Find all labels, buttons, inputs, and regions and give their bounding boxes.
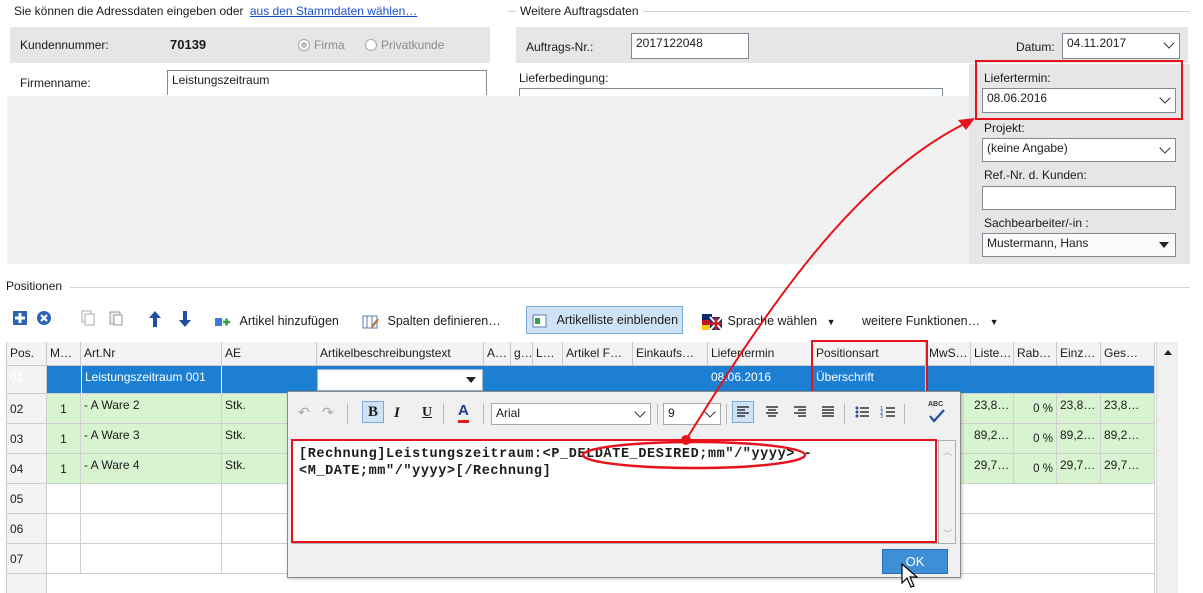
mouse-cursor-icon — [901, 563, 919, 588]
annotation-overlay — [581, 118, 975, 470]
arrow-head-icon — [958, 118, 975, 130]
arrow-to-delivery-date — [685, 121, 969, 441]
token-highlight-ellipse — [581, 440, 807, 470]
